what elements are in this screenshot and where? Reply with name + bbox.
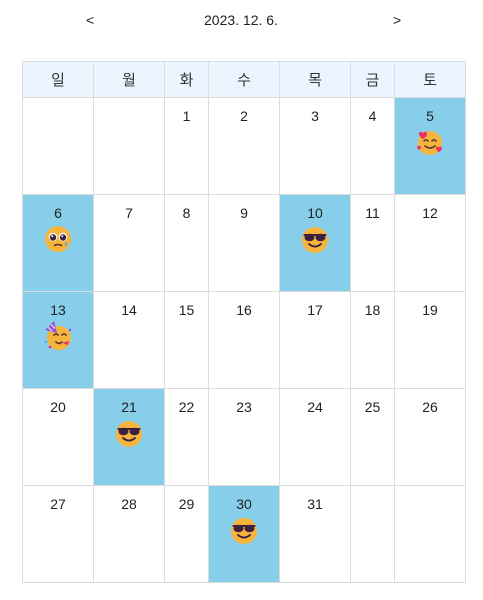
pleading-face-icon: [42, 223, 74, 255]
day-cell-25[interactable]: 25: [350, 388, 395, 486]
day-cell-28[interactable]: 28: [93, 485, 165, 583]
day-number: 14: [121, 302, 137, 318]
day-number: 21: [121, 399, 137, 415]
day-cell-15[interactable]: 15: [164, 291, 209, 389]
day-cell-8[interactable]: 8: [164, 194, 209, 292]
prev-month-button[interactable]: <: [86, 10, 94, 30]
day-number: 12: [422, 205, 438, 221]
day-number: 11: [365, 205, 380, 221]
day-cell-23[interactable]: 23: [208, 388, 280, 486]
weekday-sun: 일: [22, 61, 94, 98]
day-number: 1: [182, 108, 191, 124]
day-number: 26: [422, 399, 438, 415]
day-cell-14[interactable]: 14: [93, 291, 165, 389]
next-month-button[interactable]: >: [393, 10, 401, 30]
day-number: 22: [178, 399, 195, 415]
empty-day-cell: [22, 97, 94, 195]
day-number: 27: [50, 496, 66, 512]
day-cell-24[interactable]: 24: [279, 388, 351, 486]
day-number: 19: [422, 302, 438, 318]
day-cell-5[interactable]: 5: [394, 97, 466, 195]
week-row: 1 2 3 4 5: [22, 97, 466, 195]
day-number: 13: [50, 302, 66, 318]
sunglasses-face-icon: [228, 514, 260, 546]
sunglasses-face-icon: [113, 417, 145, 449]
day-cell-12[interactable]: 12: [394, 194, 466, 292]
day-number: 17: [307, 302, 323, 318]
day-cell-1[interactable]: 1: [164, 97, 209, 195]
day-number: 29: [178, 496, 195, 512]
weekday-wed: 수: [208, 61, 280, 98]
day-number: 8: [182, 205, 191, 221]
day-number: 10: [307, 205, 323, 221]
day-number: 5: [426, 108, 434, 124]
day-cell-30[interactable]: 30: [208, 485, 280, 583]
week-row: 20 21 22 23 24 25 26: [22, 388, 466, 486]
day-cell-19[interactable]: 19: [394, 291, 466, 389]
smiling-face-with-hearts-icon: [414, 126, 446, 158]
day-cell-26[interactable]: 26: [394, 388, 466, 486]
day-cell-2[interactable]: 2: [208, 97, 280, 195]
day-cell-29[interactable]: 29: [164, 485, 209, 583]
weekday-mon: 월: [93, 61, 165, 98]
day-cell-20[interactable]: 20: [22, 388, 94, 486]
weekday-sat: 토: [394, 61, 466, 98]
day-cell-13[interactable]: 13: [22, 291, 94, 389]
weekday-fri: 금: [350, 61, 395, 98]
week-row: 27 28 29 30 31: [22, 485, 466, 583]
day-number: 16: [236, 302, 252, 318]
day-cell-3[interactable]: 3: [279, 97, 351, 195]
day-number: 31: [307, 496, 323, 512]
day-number: 24: [307, 399, 323, 415]
partying-face-icon: [42, 320, 74, 352]
day-cell-4[interactable]: 4: [350, 97, 395, 195]
weekday-thu: 목: [279, 61, 351, 98]
day-cell-31[interactable]: 31: [279, 485, 351, 583]
day-number: 25: [364, 399, 381, 415]
day-number: 6: [54, 205, 62, 221]
week-row: 13 14 15 16 17 18 19: [22, 291, 466, 389]
day-cell-6[interactable]: 6: [22, 194, 94, 292]
day-number: 4: [368, 108, 377, 124]
day-cell-22[interactable]: 22: [164, 388, 209, 486]
week-row: 6 7 8 9 10 11 12: [22, 194, 466, 292]
empty-day-cell: [93, 97, 165, 195]
day-number: 18: [364, 302, 381, 318]
calendar-nav: < 2023. 12. 6. >: [0, 0, 483, 40]
day-number: 30: [236, 496, 252, 512]
day-number: 20: [50, 399, 66, 415]
day-number: 9: [240, 205, 248, 221]
day-number: 7: [125, 205, 133, 221]
day-number: 28: [121, 496, 137, 512]
day-number: 2: [240, 108, 248, 124]
day-cell-7[interactable]: 7: [93, 194, 165, 292]
day-number: 3: [311, 108, 319, 124]
sunglasses-face-icon: [299, 223, 331, 255]
day-cell-18[interactable]: 18: [350, 291, 395, 389]
day-cell-11[interactable]: 11: [350, 194, 395, 292]
weekday-tue: 화: [164, 61, 209, 98]
day-cell-16[interactable]: 16: [208, 291, 280, 389]
day-cell-21[interactable]: 21: [93, 388, 165, 486]
calendar-grid: 일 월 화 수 목 금 토 1 2 3 4 5 6 7 8 9 10 11 12 13 14 15 16 17 1…: [22, 61, 466, 583]
calendar-body: 1 2 3 4 5 6 7 8 9 10 11 12 13 14 15 16 17 18 19 20 21 22 23 24 2…: [22, 97, 466, 583]
day-cell-10[interactable]: 10: [279, 194, 351, 292]
weekday-header-row: 일 월 화 수 목 금 토: [22, 61, 466, 98]
day-number: 15: [178, 302, 195, 318]
day-cell-9[interactable]: 9: [208, 194, 280, 292]
day-cell-17[interactable]: 17: [279, 291, 351, 389]
current-date-label: 2023. 12. 6.: [204, 12, 278, 28]
day-number: 23: [236, 399, 252, 415]
empty-day-cell: [350, 485, 395, 583]
day-cell-27[interactable]: 27: [22, 485, 94, 583]
empty-day-cell: [394, 485, 466, 583]
